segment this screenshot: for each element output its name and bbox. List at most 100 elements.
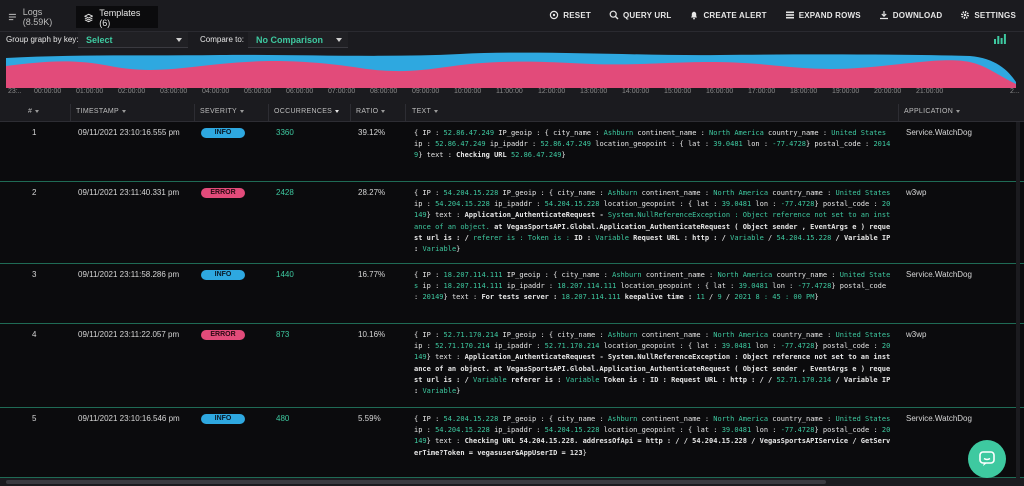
severity-badge: INFO — [201, 270, 245, 280]
text-segment: 52.86.47.249 — [510, 151, 562, 160]
col-occurrences[interactable]: OCCURRENCES — [274, 108, 340, 115]
text-segment: 54.204.15.228 — [443, 189, 499, 197]
sort-icon — [335, 110, 340, 113]
table-row[interactable]: 1 09/11/2021 23:10:16.555 pm INFO 3360 39.12… — [0, 122, 1024, 182]
scroll-thumb[interactable] — [6, 480, 826, 484]
bar-chart-icon[interactable] — [994, 34, 1006, 44]
text-segment: ip : — [414, 140, 436, 149]
row-number: 1 — [32, 128, 37, 137]
row-text: { IP : 18.207.114.111 IP_geoip : { city_… — [414, 270, 894, 304]
download-button[interactable]: DOWNLOAD — [879, 10, 943, 20]
col-severity[interactable]: SEVERITY — [200, 108, 245, 115]
text-segment: 54.204.15.228 — [443, 415, 499, 423]
reset-label: RESET — [563, 10, 591, 20]
col-timestamp[interactable]: TIMESTAMP — [76, 108, 127, 115]
timeline-tick-label: 06:00:00 — [286, 88, 314, 95]
text-segment: lon : — [751, 342, 781, 351]
horizontal-scrollbar[interactable] — [0, 478, 1024, 486]
text-segment: -77.4728 — [772, 140, 806, 149]
timeline-tick-label: 10:00:00 — [454, 88, 482, 95]
text-segment: Ashburn — [607, 415, 638, 423]
stack-icon — [84, 13, 94, 23]
col-application[interactable]: APPLICATION — [904, 108, 961, 115]
timeline-tick-label: 02:00:00 — [118, 88, 146, 95]
col-text[interactable]: TEXT — [412, 108, 439, 115]
text-segment: Request URL : http : / — [628, 233, 731, 242]
col-num[interactable]: # — [28, 108, 40, 115]
expand-rows-label: EXPAND ROWS — [798, 10, 861, 20]
text-segment: North America — [713, 331, 769, 339]
tab-logs-label: Logs (8.59K) — [22, 7, 53, 27]
text-segment: } text : — [426, 211, 465, 220]
table-row[interactable]: 3 09/11/2021 23:11:58.286 pm INFO 1440 16.77… — [0, 264, 1024, 324]
column-divider — [405, 104, 406, 122]
tab-logs[interactable]: Logs (8.59K) — [0, 6, 76, 28]
create-alert-button[interactable]: CREATE ALERT — [689, 10, 767, 20]
text-segment: North America — [709, 129, 764, 137]
table-row[interactable]: 2 09/11/2021 23:11:40.331 pm ERROR 2428 28.2… — [0, 182, 1024, 264]
compare-select[interactable]: No Comparison — [248, 32, 348, 48]
row-application: Service.WatchDog — [906, 128, 972, 137]
text-segment: 52.86.47.249 — [435, 140, 486, 149]
table-row[interactable]: 5 09/11/2021 23:10:16.546 pm INFO 480 5.59% S… — [0, 408, 1024, 478]
text-segment: Variable — [595, 233, 629, 242]
bell-icon — [691, 11, 698, 20]
text-segment: 52.71.170.214 — [544, 342, 600, 351]
timeline-tick-label: 14:00:00 — [622, 88, 650, 95]
tab-templates[interactable]: Templates (6) — [76, 6, 158, 28]
timeline-axis: 23:.. 00:00:00 01:00:00 02:00:00 03:00:00 04:… — [0, 88, 1024, 100]
query-url-button[interactable]: QUERY URL — [609, 10, 671, 20]
text-segment: Variable — [473, 375, 507, 384]
text-segment: For tests server : — [481, 293, 562, 302]
column-divider — [70, 104, 71, 122]
row-text: { IP : 52.86.47.249 IP_geoip : { city_na… — [414, 128, 894, 162]
table-row[interactable]: 4 09/11/2021 23:11:22.057 pm ERROR 873 10.16… — [0, 324, 1024, 408]
row-timestamp: 09/11/2021 23:11:22.057 pm — [78, 330, 180, 339]
text-segment: { IP : — [414, 271, 444, 279]
vertical-scrollbar[interactable] — [1016, 122, 1020, 478]
text-segment: 2021 8 : 45 : 00 PM — [734, 293, 815, 302]
row-timestamp: 09/11/2021 23:10:16.546 pm — [78, 414, 180, 423]
text-segment: country_name : — [768, 415, 836, 423]
row-number: 2 — [32, 188, 37, 197]
timeline-tick-label: 21:00:00 — [916, 88, 944, 95]
timeline-tick-label: 11:00:00 — [496, 88, 523, 95]
text-segment: continent_name : — [637, 189, 714, 197]
text-segment: lon : — [751, 426, 781, 435]
text-segment: ip : — [418, 282, 444, 291]
col-ratio[interactable]: RATIO — [356, 108, 386, 115]
reset-icon — [550, 10, 559, 20]
group-graph-select[interactable]: Select — [78, 32, 188, 48]
timeline-tick-label: 19:00:00 — [832, 88, 860, 95]
text-segment: / — [704, 293, 718, 302]
text-segment: } postal_code : — [814, 200, 882, 209]
text-segment: } text : — [426, 437, 465, 446]
expand-rows-button[interactable]: EXPAND ROWS — [785, 10, 861, 20]
text-segment: -77.4728 — [797, 282, 832, 291]
text-segment: ip_ipaddr : — [502, 282, 558, 291]
row-text: { IP : 54.204.15.228 IP_geoip : { city_n… — [414, 414, 894, 459]
text-segment: IP_geoip : { city_name : — [498, 189, 608, 197]
timeline-tick-label: 2... — [1010, 88, 1020, 95]
toolbar: RESET QUERY URL CREATE ALERT EXPAND ROWS… — [549, 10, 1016, 20]
timeline-tick-label: 08:00:00 — [370, 88, 398, 95]
text-segment: / — [763, 233, 777, 242]
row-application: Service.WatchDog — [906, 270, 972, 279]
text-segment: country_name : — [768, 189, 836, 197]
text-segment: 52.71.170.214 — [776, 375, 832, 384]
reset-button[interactable]: RESET — [549, 10, 591, 20]
text-segment: } — [456, 387, 461, 396]
row-application: Service.WatchDog — [906, 414, 972, 423]
sort-icon — [956, 110, 961, 113]
settings-button[interactable]: SETTINGS — [960, 10, 1016, 20]
chat-button[interactable] — [968, 440, 1006, 478]
text-segment: North America — [713, 415, 769, 423]
column-divider — [898, 104, 899, 122]
text-segment: 39.0481 — [721, 426, 752, 435]
search-icon — [609, 10, 619, 20]
row-application: w3wp — [906, 330, 927, 339]
timeline-tick-label: 05:00:00 — [244, 88, 272, 95]
text-segment: 52.71.170.214 — [435, 342, 490, 351]
text-segment: } text : — [418, 151, 457, 160]
text-segment: -77.4728 — [780, 342, 815, 351]
